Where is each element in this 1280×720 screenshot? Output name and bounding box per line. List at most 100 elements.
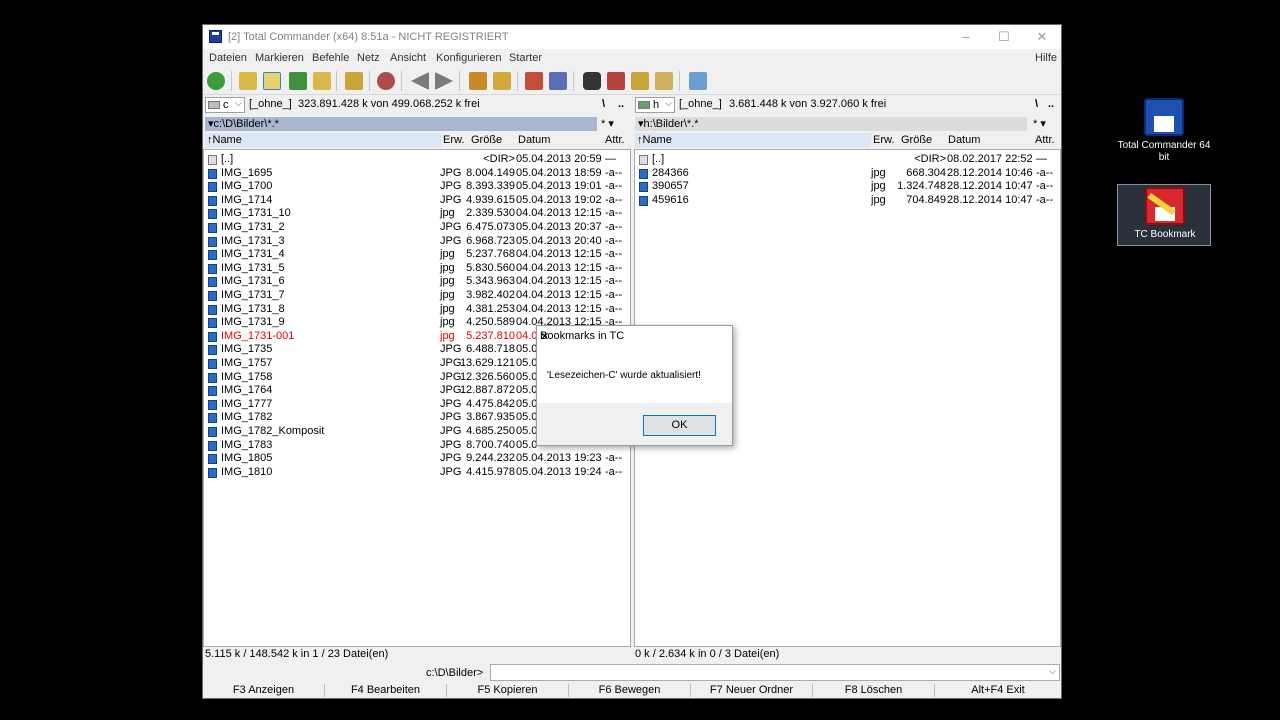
chevron-down-icon[interactable]: ⌵ [1049, 666, 1056, 677]
left-header-date[interactable]: Datum [518, 133, 550, 148]
file-row[interactable]: IMG_1731_7 jpg 3.982.402 04.04.2013 12:15 -a… [204, 289, 628, 303]
right-header-size[interactable]: Größe [901, 133, 932, 148]
menu-markieren[interactable]: Markieren [255, 52, 304, 64]
file-row[interactable]: IMG_1731_3 JPG 6.968.723 05.04.2013 20:40 -a… [204, 235, 628, 249]
search-binoculars-icon[interactable] [583, 72, 601, 90]
left-path-bar[interactable]: ▾c:\D\Bilder\*.* [205, 117, 597, 131]
minimize-button[interactable]: – [951, 28, 981, 46]
file-row[interactable]: IMG_1731_5 jpg 5.830.560 04.04.2013 12:15 -a… [204, 262, 628, 276]
left-header-size[interactable]: Größe [471, 133, 502, 148]
file-row[interactable]: IMG_1700 JPG 8.393.339 05.04.2013 19:01 -a-- [204, 180, 628, 194]
right-path-bar[interactable]: ▾h:\Bilder\*.* [635, 117, 1027, 131]
compare-icon[interactable] [655, 72, 673, 90]
right-history-button[interactable]: * ▾ [1033, 117, 1046, 131]
maximize-button[interactable]: ☐ [989, 28, 1019, 46]
pack-icon[interactable] [469, 72, 487, 90]
file-name: IMG_1782_Komposit [221, 425, 325, 437]
right-root-button[interactable]: \ [1035, 98, 1038, 110]
file-name: IMG_1731_7 [221, 289, 285, 301]
alt-f4-exit-button[interactable]: Alt+F4 Exit [935, 683, 1061, 698]
right-drive-letter: h [653, 99, 660, 111]
dialog-close-icon[interactable]: ✕ [540, 330, 726, 343]
menu-befehle[interactable]: Befehle [312, 52, 349, 64]
left-parent-button[interactable]: .. [618, 98, 624, 110]
f5-copy-button[interactable]: F5 Kopieren [447, 683, 568, 698]
left-root-button[interactable]: \ [602, 98, 605, 110]
multi-rename-icon[interactable] [607, 72, 625, 90]
file-attr: -a-- [605, 261, 623, 274]
left-header-ext[interactable]: Erw. [443, 133, 464, 148]
file-row[interactable]: 459616 jpg 704.849 28.12.2014 10:47 -a-- [635, 194, 1059, 208]
left-header-name[interactable]: ↑Name [205, 133, 441, 148]
unpack-icon[interactable] [493, 72, 511, 90]
image-file-icon [208, 318, 217, 329]
f7-new-folder-button[interactable]: F7 Neuer Ordner [691, 683, 812, 698]
file-row[interactable]: 284366 jpg 668.304 28.12.2014 10:46 -a-- [635, 167, 1059, 181]
right-drive-select[interactable]: h ⌵ [635, 97, 675, 113]
file-ext: JPG [440, 180, 462, 193]
select-icon[interactable] [377, 72, 395, 90]
brief-view-icon[interactable] [239, 72, 257, 90]
ftp-connect-icon[interactable] [525, 72, 543, 90]
left-history-button[interactable]: * ▾ [601, 117, 614, 131]
right-parent-button[interactable]: .. [1048, 98, 1054, 110]
file-ext: jpg [440, 316, 455, 329]
back-arrow-icon[interactable] [411, 72, 429, 90]
file-ext: JPG [440, 452, 462, 465]
file-row[interactable]: [..] <DIR> 08.02.2017 22:52— [635, 153, 1059, 167]
file-name: IMG_1782 [221, 411, 273, 424]
url-connect-icon[interactable] [549, 72, 567, 90]
menu-hilfe[interactable]: Hilfe [1035, 52, 1057, 64]
file-ext: jpg [440, 275, 455, 288]
right-header-name[interactable]: ↑Name [635, 133, 871, 148]
desktop-shortcut-tc-bookmark[interactable]: TC Bookmark [1117, 184, 1211, 246]
thumbnail-view-icon[interactable] [289, 72, 307, 90]
forward-arrow-icon[interactable] [435, 72, 453, 90]
refresh-icon[interactable] [207, 72, 225, 90]
notepad-icon[interactable] [689, 72, 707, 90]
full-view-icon[interactable] [263, 72, 281, 90]
menu-starter[interactable]: Starter [509, 52, 542, 64]
file-row[interactable]: 390657 jpg 1.324.748 28.12.2014 10:47 -a-- [635, 180, 1059, 194]
invert-selection-icon[interactable] [345, 72, 363, 90]
ok-button[interactable]: OK [643, 415, 716, 436]
f6-move-button[interactable]: F6 Bewegen [569, 683, 690, 698]
command-input[interactable]: ⌵ [490, 664, 1060, 681]
left-drive-select[interactable]: c ⌵ [205, 97, 245, 113]
image-file-icon [208, 331, 217, 342]
file-ext: jpg [871, 166, 886, 179]
file-name: IMG_1695 [221, 166, 273, 179]
file-date: 05.04.2013 19:23 [516, 452, 602, 465]
file-date: 05.04.2013 19:24 [516, 465, 602, 478]
file-row[interactable]: IMG_1810 JPG 4.415.978 05.04.2013 19:24 -a-- [204, 466, 628, 480]
sync-dirs-icon[interactable] [631, 72, 649, 90]
menu-dateien[interactable]: Dateien [209, 52, 247, 64]
file-row[interactable]: IMG_1731_8 jpg 4.381.253 04.04.2013 12:15 -a… [204, 303, 628, 317]
file-row[interactable]: IMG_1731_4 jpg 5.237.768 04.04.2013 12:15 -a… [204, 248, 628, 262]
close-button[interactable]: ✕ [1027, 28, 1057, 46]
f3-view-button[interactable]: F3 Anzeigen [203, 683, 324, 698]
file-attr: -a-- [605, 302, 623, 315]
parent-dir-icon [208, 155, 217, 165]
menu-ansicht[interactable]: Ansicht [390, 52, 426, 64]
file-size: 6.488.718 [466, 343, 515, 356]
tree-view-icon[interactable] [313, 72, 331, 90]
right-header-attr[interactable]: Attr. [1035, 133, 1055, 148]
right-header-ext[interactable]: Erw. [873, 133, 894, 148]
file-row[interactable]: IMG_1731_2 JPG 6.475.073 05.04.2013 20:37 -a… [204, 221, 628, 235]
f8-delete-button[interactable]: F8 Löschen [813, 683, 934, 698]
menu-konfigurieren[interactable]: Konfigurieren [436, 52, 501, 64]
desktop-shortcut-total-commander[interactable]: Total Commander 64 bit [1117, 96, 1211, 163]
file-size: 6.968.723 [466, 234, 515, 247]
file-name: IMG_1731-001 [221, 329, 295, 342]
right-header-date[interactable]: Datum [948, 133, 980, 148]
file-row[interactable]: IMG_1731_6 jpg 5.343.963 04.04.2013 12:15 -a… [204, 275, 628, 289]
file-row[interactable]: IMG_1714 JPG 4.939.615 05.04.2013 19:02 -a-- [204, 194, 628, 208]
file-row[interactable]: IMG_1805 JPG 9.244.232 05.04.2013 19:23 -a-- [204, 452, 628, 466]
menu-netz[interactable]: Netz [357, 52, 380, 64]
file-row[interactable]: [..] <DIR> 05.04.2013 20:59— [204, 153, 628, 167]
file-row[interactable]: IMG_1731_10 jpg 2.339.530 04.04.2013 12:15-… [204, 207, 628, 221]
file-row[interactable]: IMG_1695 JPG 8.004.149 05.04.2013 18:59 -a-- [204, 167, 628, 181]
left-header-attr[interactable]: Attr. [605, 133, 625, 148]
f4-edit-button[interactable]: F4 Bearbeiten [325, 683, 446, 698]
